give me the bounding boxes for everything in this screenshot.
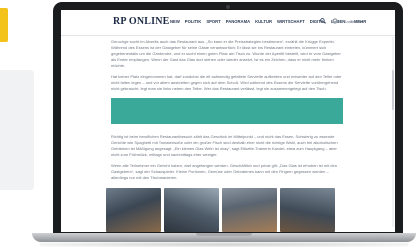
scrollbar-thumb[interactable] (392, 70, 394, 110)
header-actions: Anmelden (320, 18, 362, 24)
site-header: RP ONLINE NEW POLITIK SPORT PANORAMA KUL… (61, 10, 395, 36)
search-icon[interactable] (320, 18, 326, 24)
nav-item-new[interactable]: NEW (170, 19, 180, 24)
site-logo[interactable]: RP ONLINE (113, 16, 170, 27)
scrollbar-track[interactable] (392, 37, 394, 227)
left-accent-bar (0, 8, 8, 42)
laptop-lid: RP ONLINE NEW POLITIK SPORT PANORAMA KUL… (53, 2, 403, 235)
gallery-thumbnail[interactable] (280, 188, 335, 232)
article-paragraph: Geruchge sucht im Abseits auch das Resta… (111, 39, 341, 68)
gallery-thumbnail[interactable] (164, 188, 219, 232)
login-link[interactable]: Anmelden (344, 19, 362, 24)
laptop-shadow (40, 242, 408, 247)
nav-item-sport[interactable]: SPORT (206, 19, 220, 24)
nav-item-politik[interactable]: POLITIK (185, 19, 202, 24)
article-paragraph: Hat keiner Platz eingenommen hat, darf z… (111, 74, 342, 91)
left-background-card (0, 70, 34, 190)
gallery-thumbnail[interactable] (222, 188, 277, 232)
nav-item-panorama[interactable]: PANORAMA (226, 19, 250, 24)
laptop-screen: RP ONLINE NEW POLITIK SPORT PANORAMA KUL… (61, 10, 395, 232)
article-paragraph: Richtig ist beim beruflichen Restaurantb… (111, 134, 338, 157)
photo-gallery (106, 188, 335, 232)
ad-banner[interactable] (111, 98, 343, 124)
nav-item-kultur[interactable]: KULTUR (255, 19, 272, 24)
laptop-notch (196, 233, 252, 236)
article-paragraph: Wenn alle Teilnehmer ein Gericht haben, … (111, 163, 337, 180)
nav-item-wirtschaft[interactable]: WIRTSCHAFT (277, 19, 305, 24)
user-icon[interactable] (332, 18, 338, 24)
camera-icon (226, 5, 230, 9)
gallery-thumbnail[interactable] (106, 188, 161, 232)
article-body: Geruchge sucht im Abseits auch das Resta… (111, 39, 343, 186)
